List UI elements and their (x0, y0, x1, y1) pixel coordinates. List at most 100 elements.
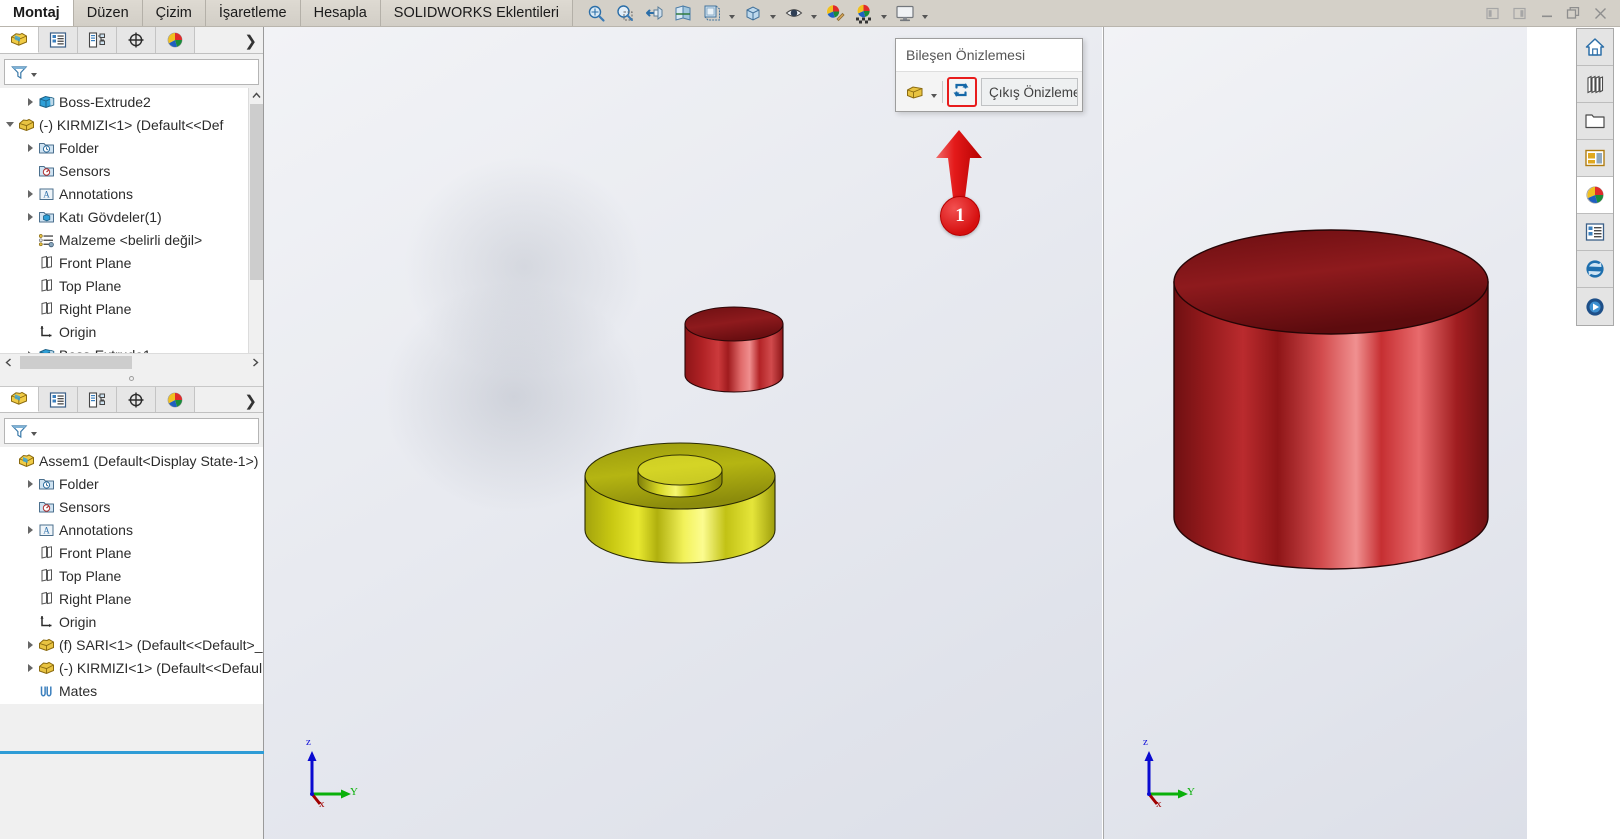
chevron-down-icon[interactable] (4, 122, 16, 127)
chevron-right-icon[interactable] (24, 479, 36, 488)
panel-splitter[interactable] (0, 370, 263, 386)
chevron-down-icon[interactable] (728, 1, 737, 26)
component-preview-viewport[interactable]: z Y x (1103, 27, 1527, 839)
property-manager-tab[interactable] (39, 387, 78, 412)
tree-row[interactable]: Top Plane (4, 564, 263, 587)
scroll-right-icon[interactable] (247, 354, 263, 371)
tree-row[interactable]: Front Plane (4, 541, 263, 564)
tree-row[interactable]: Mates (4, 679, 263, 702)
menu-item-i-aretleme[interactable]: İşaretleme (205, 0, 301, 26)
tree-row[interactable]: Right Plane (4, 587, 263, 610)
bottom-feature-tree[interactable]: Assem1 (Default<Display State-1>) Folder… (0, 447, 263, 704)
3dexperience-icon[interactable] (1577, 288, 1613, 325)
top-tree-horizontal-scrollbar[interactable] (0, 353, 263, 370)
tree-row[interactable]: Katı Gövdeler(1) (4, 205, 263, 228)
tree-row[interactable]: Origin (4, 320, 263, 343)
component-preview-popup[interactable]: Bileşen Önizlemesi Çıkış Önizlem (895, 38, 1083, 112)
view-settings-icon[interactable] (892, 1, 918, 26)
library-icon[interactable] (1577, 66, 1613, 103)
tree-row[interactable]: A Annotations (4, 182, 263, 205)
display-manager-tab[interactable] (156, 27, 195, 53)
tree-row[interactable]: Boss-Extrude2 (4, 90, 263, 113)
filter-chevron-down-icon[interactable] (31, 73, 37, 77)
tree-row[interactable]: Folder (4, 136, 263, 159)
display-manager-tab[interactable] (156, 387, 195, 412)
filter-chevron-down-icon[interactable] (31, 432, 37, 436)
chevron-right-icon[interactable] (24, 143, 36, 152)
menu-item-montaj[interactable]: Montaj (0, 0, 74, 26)
tree-row[interactable]: Right Plane (4, 297, 263, 320)
chevron-right-icon[interactable] (24, 189, 36, 198)
solidworks-forum-icon[interactable] (1577, 251, 1613, 288)
menu-item-solidworks-eklentileri[interactable]: SOLIDWORKS Eklentileri (380, 0, 573, 26)
section-view-icon[interactable] (670, 1, 696, 26)
minimize-icon[interactable] (1533, 0, 1560, 26)
component-preview-icon[interactable] (902, 79, 928, 105)
property-manager-tab[interactable] (39, 27, 78, 53)
close-icon[interactable] (1587, 0, 1614, 26)
tree-row[interactable]: (-) KIRMIZI<1> (Default<<Def (4, 113, 263, 136)
top-tree-hscroll-thumb[interactable] (20, 355, 132, 369)
menu-item-hesapla[interactable]: Hesapla (300, 0, 381, 26)
tree-row[interactable]: Assem1 (Default<Display State-1>) (4, 449, 263, 472)
dimxpert-manager-tab[interactable] (117, 27, 156, 53)
custom-properties-icon[interactable] (1577, 214, 1613, 251)
tree-row-label: (-) KIRMIZI<1> (Default<<Defaul (59, 659, 263, 676)
tree-row[interactable]: (-) KIRMIZI<1> (Default<<Defaul (4, 656, 263, 679)
tree-row[interactable]: A Annotations (4, 518, 263, 541)
top-filter-bar[interactable] (4, 59, 259, 85)
top-tree-scroll-thumb[interactable] (250, 104, 263, 280)
view-palette-icon[interactable] (1577, 140, 1613, 177)
chevron-down-icon[interactable] (880, 1, 889, 26)
zoom-to-fit-icon[interactable] (583, 1, 609, 26)
edit-appearance-icon[interactable] (822, 1, 848, 26)
restore-left-icon[interactable] (1479, 0, 1506, 26)
menu-item-izim[interactable]: Çizim (142, 0, 206, 26)
feature-manager-tab[interactable] (0, 27, 39, 53)
file-explorer-icon[interactable] (1577, 103, 1613, 140)
tree-row[interactable]: Sensors (4, 495, 263, 518)
tree-row-label: Origin (59, 613, 97, 630)
exit-preview-label[interactable]: Çıkış Önizlemesi (981, 78, 1078, 106)
menu-item-d-zen[interactable]: Düzen (73, 0, 143, 26)
tabstrip-more-chevron-icon[interactable]: ❯ (244, 27, 257, 54)
chevron-down-icon[interactable] (769, 1, 778, 26)
zoom-in-out-icon[interactable] (641, 1, 667, 26)
scroll-left-icon[interactable] (0, 354, 16, 371)
dimxpert-manager-tab[interactable] (117, 387, 156, 412)
hide-show-items-icon[interactable] (781, 1, 807, 26)
restore-right-icon[interactable] (1506, 0, 1533, 26)
chevron-right-icon[interactable] (24, 212, 36, 221)
tree-row[interactable]: (f) SARI<1> (Default<<Default>_ (4, 633, 263, 656)
apply-scene-icon[interactable] (851, 1, 877, 26)
top-feature-tree[interactable]: Boss-Extrude2 (-) KIRMIZI<1> (Default<<D… (0, 88, 263, 370)
home-icon[interactable] (1577, 29, 1613, 66)
scroll-up-icon[interactable] (249, 88, 263, 103)
chevron-right-icon[interactable] (24, 663, 36, 672)
tree-row[interactable]: Front Plane (4, 251, 263, 274)
feature-manager-tab[interactable] (0, 387, 39, 412)
plane-icon (36, 591, 57, 607)
appearances-scenes-icon[interactable] (1577, 177, 1613, 214)
chevron-down-icon[interactable] (921, 1, 930, 26)
chevron-down-icon[interactable] (810, 1, 819, 26)
zoom-to-area-icon[interactable] (612, 1, 638, 26)
chevron-right-icon[interactable] (24, 97, 36, 106)
top-tree-vertical-scrollbar[interactable] (248, 88, 263, 370)
tree-row[interactable]: Top Plane (4, 274, 263, 297)
tree-row[interactable]: Folder (4, 472, 263, 495)
chevron-right-icon[interactable] (24, 640, 36, 649)
view-orientation-icon[interactable] (699, 1, 725, 26)
chevron-right-icon[interactable] (24, 525, 36, 534)
maximize-icon[interactable] (1560, 0, 1587, 26)
configuration-manager-tab[interactable] (78, 387, 117, 412)
display-style-icon[interactable] (740, 1, 766, 26)
configuration-manager-tab[interactable] (78, 27, 117, 53)
exit-preview-refresh-icon[interactable] (952, 81, 972, 104)
tree-row[interactable]: Malzeme <belirli değil> (4, 228, 263, 251)
tree-row[interactable]: Sensors (4, 159, 263, 182)
tree-row[interactable]: Origin (4, 610, 263, 633)
tabstrip-more-chevron-icon[interactable]: ❯ (244, 387, 257, 414)
component-chevron-down-icon[interactable] (929, 80, 938, 105)
bottom-filter-bar[interactable] (4, 418, 259, 444)
